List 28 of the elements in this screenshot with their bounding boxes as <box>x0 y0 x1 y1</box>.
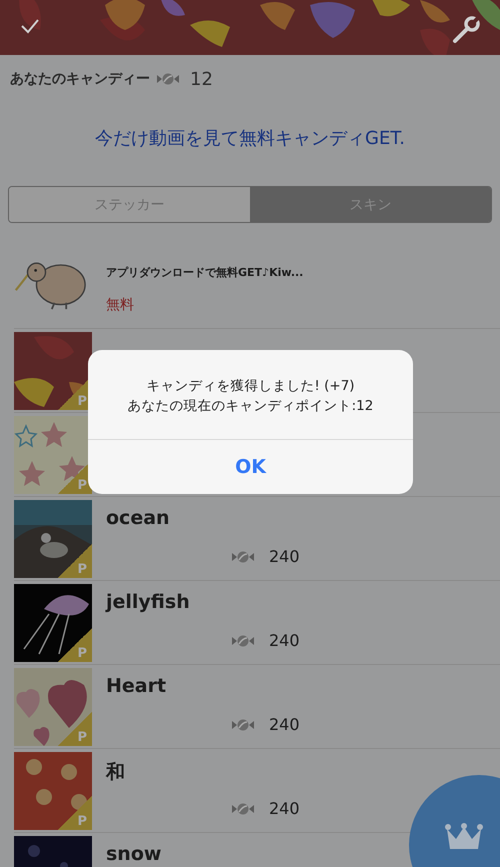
candy-label: あなたのキャンディー <box>10 70 150 88</box>
item-title: 和 <box>106 760 125 785</box>
premium-badge: P <box>58 628 92 662</box>
item-price: 無料 <box>106 296 135 314</box>
premium-badge: P <box>58 544 92 578</box>
wrench-icon[interactable] <box>452 16 480 44</box>
candy-icon <box>231 634 255 646</box>
check-icon[interactable] <box>20 18 40 34</box>
item-title: ocean <box>106 507 170 529</box>
item-price: 240 <box>269 547 300 566</box>
candy-icon <box>231 718 255 730</box>
free-candy-link[interactable]: 今だけ動画を見て無料キャンディGET. <box>95 126 405 150</box>
candy-icon <box>231 802 255 814</box>
premium-badge: P <box>58 796 92 830</box>
item-title: Heart <box>106 675 166 697</box>
alert-message: キャンディを獲得しました! (+7) <box>146 376 355 396</box>
candy-icon <box>156 73 180 85</box>
candy-count: 12 <box>190 68 213 90</box>
candy-icon <box>231 550 255 562</box>
item-price: 240 <box>269 799 300 818</box>
crown-icon <box>445 823 483 851</box>
item-price: 240 <box>269 715 300 734</box>
item-title: snow <box>106 843 162 865</box>
item-price: 240 <box>269 631 300 650</box>
item-title: jellyfish <box>106 591 190 613</box>
item-title: アプリダウンロードで無料GET♪Kiw... <box>106 265 304 280</box>
alert-message: あなたの現在のキャンディポイント:12 <box>128 396 374 416</box>
premium-badge: P <box>58 712 92 746</box>
